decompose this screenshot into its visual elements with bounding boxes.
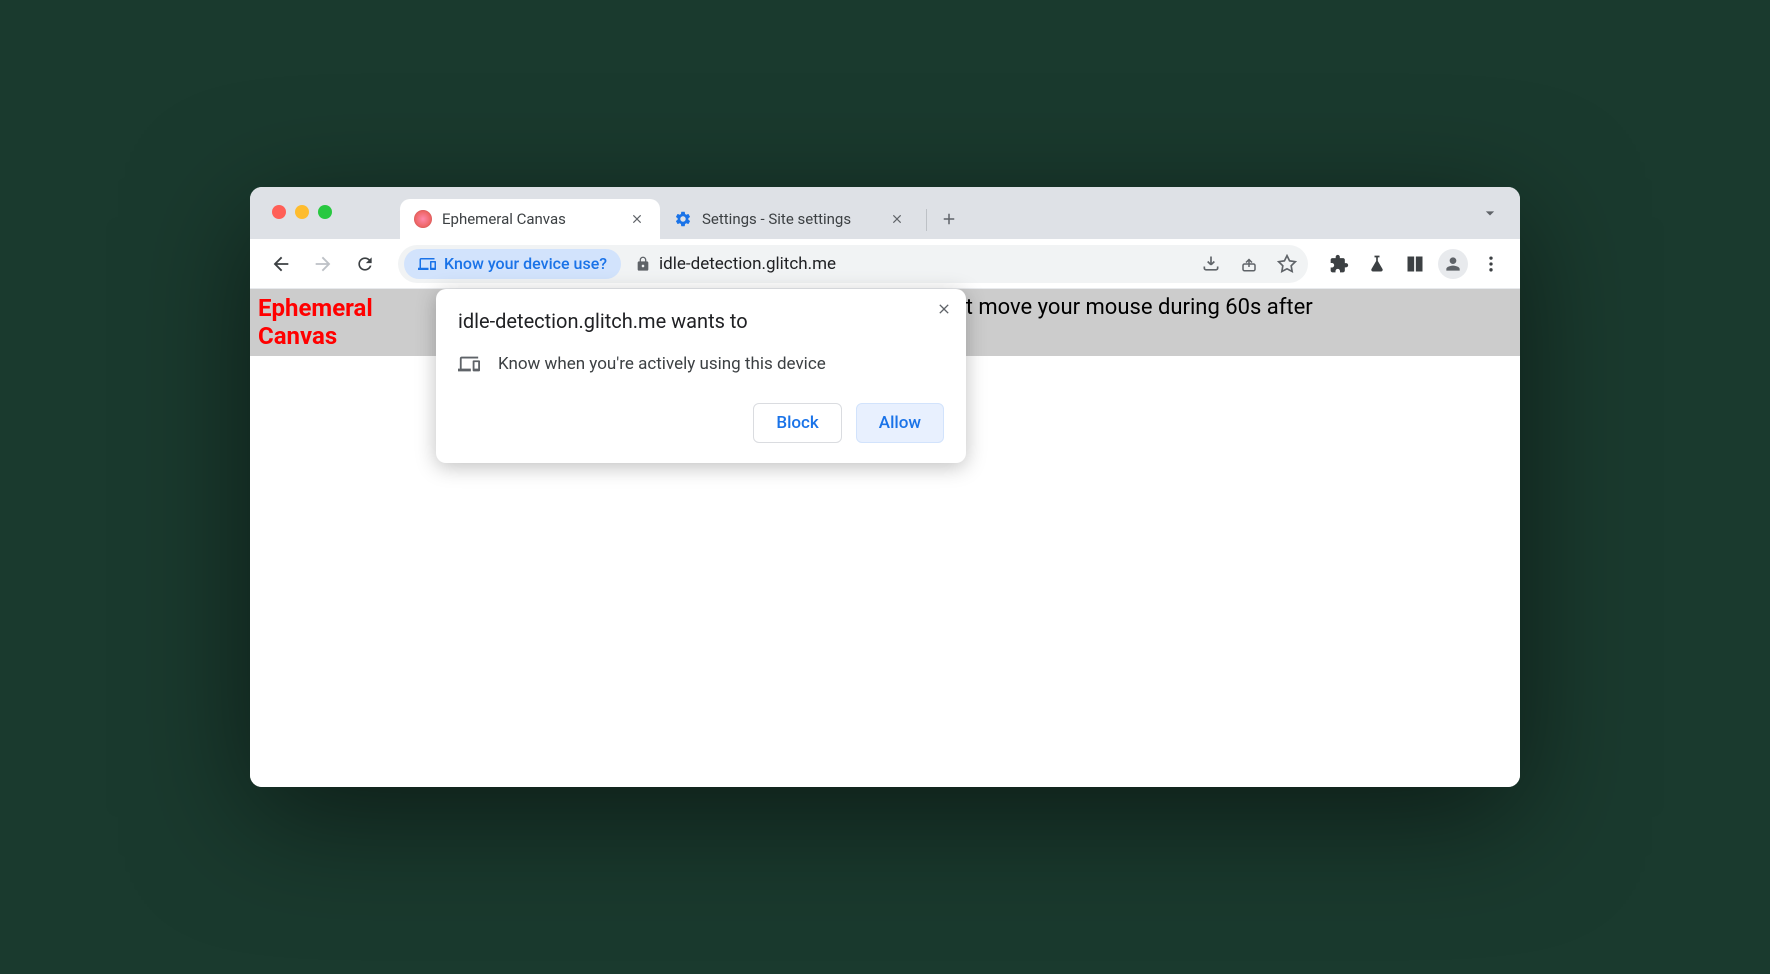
glitch-favicon-icon [414, 210, 432, 228]
page-content: Ephemeral Canvas [Don't move your mouse … [250, 289, 1520, 787]
menu-icon[interactable] [1476, 249, 1506, 279]
tab-divider [926, 209, 927, 231]
page-title: Ephemeral Canvas [258, 295, 398, 350]
permission-chip[interactable]: Know your device use? [404, 249, 621, 279]
lock-icon[interactable] [635, 256, 651, 272]
profile-avatar[interactable] [1438, 249, 1468, 279]
page-instruction: [Don't move your mouse during 60s after [918, 295, 1313, 320]
allow-button[interactable]: Allow [856, 403, 944, 443]
minimize-window-button[interactable] [295, 205, 309, 219]
new-tab-button[interactable] [933, 203, 965, 235]
tab-strip: Ephemeral Canvas Settings - Site setting… [250, 187, 1520, 239]
toolbar: Know your device use? idle-detection.gli… [250, 239, 1520, 289]
back-button[interactable] [264, 247, 298, 281]
url-text: idle-detection.glitch.me [659, 254, 1188, 274]
reload-button[interactable] [348, 247, 382, 281]
permission-prompt: idle-detection.glitch.me wants to Know w… [436, 289, 966, 463]
block-button[interactable]: Block [753, 403, 841, 443]
permission-chip-label: Know your device use? [444, 254, 607, 273]
maximize-window-button[interactable] [318, 205, 332, 219]
tab-title: Settings - Site settings [702, 210, 878, 228]
tab-ephemeral-canvas[interactable]: Ephemeral Canvas [400, 199, 660, 239]
forward-button[interactable] [306, 247, 340, 281]
tab-settings[interactable]: Settings - Site settings [660, 199, 920, 239]
devices-icon [458, 353, 480, 375]
window-controls [272, 205, 332, 219]
close-window-button[interactable] [272, 205, 286, 219]
close-icon[interactable] [936, 301, 952, 317]
extensions-icon[interactable] [1324, 249, 1354, 279]
permission-text: Know when you're actively using this dev… [498, 354, 826, 374]
install-app-icon[interactable] [1196, 249, 1226, 279]
bookmark-star-icon[interactable] [1272, 249, 1302, 279]
reading-list-icon[interactable] [1400, 249, 1430, 279]
close-tab-button[interactable] [888, 210, 906, 228]
tab-search-button[interactable] [1480, 203, 1500, 223]
labs-icon[interactable] [1362, 249, 1392, 279]
browser-window: Ephemeral Canvas Settings - Site setting… [250, 187, 1520, 787]
popup-title: idle-detection.glitch.me wants to [458, 309, 944, 333]
permission-row: Know when you're actively using this dev… [458, 353, 944, 375]
tab-title: Ephemeral Canvas [442, 210, 618, 228]
share-icon[interactable] [1234, 249, 1264, 279]
settings-favicon-icon [674, 210, 692, 228]
address-bar[interactable]: Know your device use? idle-detection.gli… [398, 245, 1308, 283]
devices-icon [418, 255, 436, 273]
close-tab-button[interactable] [628, 210, 646, 228]
